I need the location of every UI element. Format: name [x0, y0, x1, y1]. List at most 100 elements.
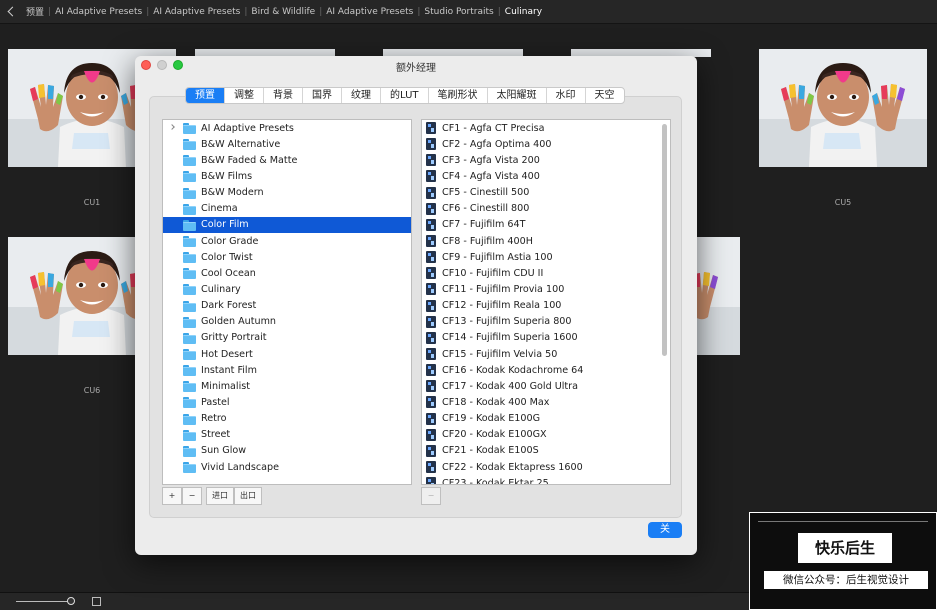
preset-item[interactable]: CF5 - Cinestill 500 [422, 185, 670, 201]
category-item[interactable]: Dark Forest [163, 298, 411, 314]
remove-preset-button[interactable]: − [421, 487, 441, 505]
category-item[interactable]: Color Grade [163, 233, 411, 249]
tab-borders[interactable]: 国界 [303, 88, 342, 103]
category-item[interactable]: Color Film [163, 216, 411, 233]
preset-label: CF14 - Fujifilm Superia 1600 [442, 332, 578, 344]
thumbnail-image[interactable] [697, 237, 740, 355]
category-item[interactable]: Instant Film [163, 362, 411, 378]
breadcrumb-item[interactable]: AI Adaptive Presets [51, 7, 146, 17]
preset-item[interactable]: CF9 - Fujifilm Astia 100 [422, 249, 670, 265]
category-list[interactable]: AI Adaptive Presets B&W Alternative B&W Fa… [162, 119, 412, 485]
category-label: Color Twist [201, 251, 253, 263]
category-label: B&W Modern [201, 187, 264, 199]
disclosure-triangle-icon[interactable] [169, 124, 175, 130]
category-item[interactable]: Sun Glow [163, 443, 411, 459]
remove-category-button[interactable]: − [182, 487, 202, 505]
category-item[interactable]: Minimalist [163, 378, 411, 394]
preset-item[interactable]: CF15 - Fujifilm Velvia 50 [422, 346, 670, 362]
preset-file-icon [426, 364, 436, 377]
preset-item[interactable]: CF8 - Fujifilm 400H [422, 233, 670, 249]
preset-item[interactable]: CF4 - Agfa Vista 400 [422, 168, 670, 184]
back-arrow-icon[interactable] [6, 5, 18, 19]
preset-item[interactable]: CF21 - Kodak E100S [422, 443, 670, 459]
tab-presets[interactable]: 预置 [186, 88, 225, 103]
category-label: B&W Films [201, 170, 253, 182]
preset-file-icon [426, 138, 436, 151]
category-item[interactable]: B&W Faded & Matte [163, 152, 411, 168]
import-button[interactable]: 进口 [206, 487, 234, 505]
preset-item[interactable]: CF12 - Fujifilm Reala 100 [422, 298, 670, 314]
preset-item[interactable]: CF13 - Fujifilm Superia 800 [422, 314, 670, 330]
preset-item[interactable]: CF18 - Kodak 400 Max [422, 394, 670, 410]
category-item[interactable]: Cool Ocean [163, 265, 411, 281]
thumbnail-image[interactable] [759, 49, 927, 167]
preset-file-icon [426, 428, 436, 441]
breadcrumb-item[interactable]: Studio Portraits [420, 7, 497, 17]
category-item[interactable]: Golden Autumn [163, 314, 411, 330]
preset-item[interactable]: CF17 - Kodak 400 Gold Ultra [422, 378, 670, 394]
breadcrumb-item[interactable]: 预置 [22, 5, 48, 18]
breadcrumb-current[interactable]: Culinary [501, 7, 546, 17]
preset-item[interactable]: CF7 - Fujifilm 64T [422, 217, 670, 233]
preset-file-icon [426, 283, 436, 296]
preset-label: CF15 - Fujifilm Velvia 50 [442, 348, 558, 360]
category-item[interactable]: B&W Alternative [163, 136, 411, 152]
tab-textures[interactable]: 纹理 [342, 88, 381, 103]
preset-item[interactable]: CF10 - Fujifilm CDU II [422, 265, 670, 281]
preset-item[interactable]: CF20 - Kodak E100GX [422, 427, 670, 443]
tab-brush-shapes[interactable]: 笔刷形状 [429, 88, 488, 103]
preset-file-icon [426, 235, 436, 248]
preset-list-scrollbar[interactable] [662, 124, 667, 356]
tab-skies[interactable]: 天空 [586, 88, 624, 103]
extras-manager-dialog: 额外经理 预置 调整 背景 国界 纹理 的LUT 笔刷形状 太阳耀斑 水印 天空… [135, 56, 697, 555]
close-button[interactable]: 关 [648, 522, 682, 538]
category-item[interactable]: Vivid Landscape [163, 459, 411, 475]
watermark-title: 快乐后生 [798, 533, 892, 563]
tab-sunrays[interactable]: 太阳耀斑 [488, 88, 547, 103]
preset-item[interactable]: CF23 - Kodak Ektar 25 [422, 475, 670, 484]
category-item[interactable]: Pastel [163, 394, 411, 410]
preset-label: CF4 - Agfa Vista 400 [442, 170, 540, 182]
tab-watermarks[interactable]: 水印 [547, 88, 586, 103]
preset-list[interactable]: CF1 - Agfa CT Precisa CF2 - Agfa Optima 4… [421, 119, 671, 485]
preset-item[interactable]: CF11 - Fujifilm Provia 100 [422, 281, 670, 297]
preset-label: CF20 - Kodak E100GX [442, 429, 547, 441]
preset-file-icon [426, 380, 436, 393]
export-button[interactable]: 出口 [234, 487, 262, 505]
close-window-icon[interactable] [141, 60, 151, 70]
preset-item[interactable]: CF3 - Agfa Vista 200 [422, 152, 670, 168]
preset-item[interactable]: CF19 - Kodak E100G [422, 411, 670, 427]
breadcrumb-item[interactable]: AI Adaptive Presets [322, 7, 417, 17]
preset-item[interactable]: CF1 - Agfa CT Precisa [422, 120, 670, 136]
category-item[interactable]: B&W Modern [163, 185, 411, 201]
breadcrumb-bar: 预置 | AI Adaptive Presets | AI Adaptive Pre… [0, 0, 937, 24]
preset-item[interactable]: CF2 - Agfa Optima 400 [422, 136, 670, 152]
grid-view-icon[interactable] [92, 597, 101, 606]
category-item[interactable]: Gritty Portrait [163, 330, 411, 346]
preset-item[interactable]: CF16 - Kodak Kodachrome 64 [422, 362, 670, 378]
category-item[interactable]: B&W Films [163, 168, 411, 184]
breadcrumb-item[interactable]: Bird & Wildlife [247, 7, 319, 17]
category-item[interactable]: Hot Desert [163, 346, 411, 362]
folder-icon [183, 139, 196, 151]
tab-luts[interactable]: 的LUT [381, 88, 429, 103]
preset-item[interactable]: CF14 - Fujifilm Superia 1600 [422, 330, 670, 346]
minimize-window-icon[interactable] [157, 60, 167, 70]
preset-item[interactable]: CF6 - Cinestill 800 [422, 201, 670, 217]
zoom-window-icon[interactable] [173, 60, 183, 70]
zoom-slider-track[interactable] [16, 601, 74, 602]
category-item[interactable]: Color Twist [163, 249, 411, 265]
add-category-button[interactable]: + [162, 487, 182, 505]
preset-item[interactable]: CF22 - Kodak Ektapress 1600 [422, 459, 670, 475]
breadcrumb-item[interactable]: AI Adaptive Presets [149, 7, 244, 17]
category-item[interactable]: AI Adaptive Presets [163, 120, 411, 136]
category-item[interactable]: Retro [163, 411, 411, 427]
tab-adjustments[interactable]: 调整 [225, 88, 264, 103]
category-item[interactable]: Street [163, 427, 411, 443]
tab-backgrounds[interactable]: 背景 [264, 88, 303, 103]
category-label: B&W Alternative [201, 138, 281, 150]
zoom-slider-handle[interactable] [67, 597, 75, 605]
preset-file-icon [426, 477, 436, 484]
category-item[interactable]: Cinema [163, 201, 411, 217]
category-item[interactable]: Culinary [163, 281, 411, 297]
